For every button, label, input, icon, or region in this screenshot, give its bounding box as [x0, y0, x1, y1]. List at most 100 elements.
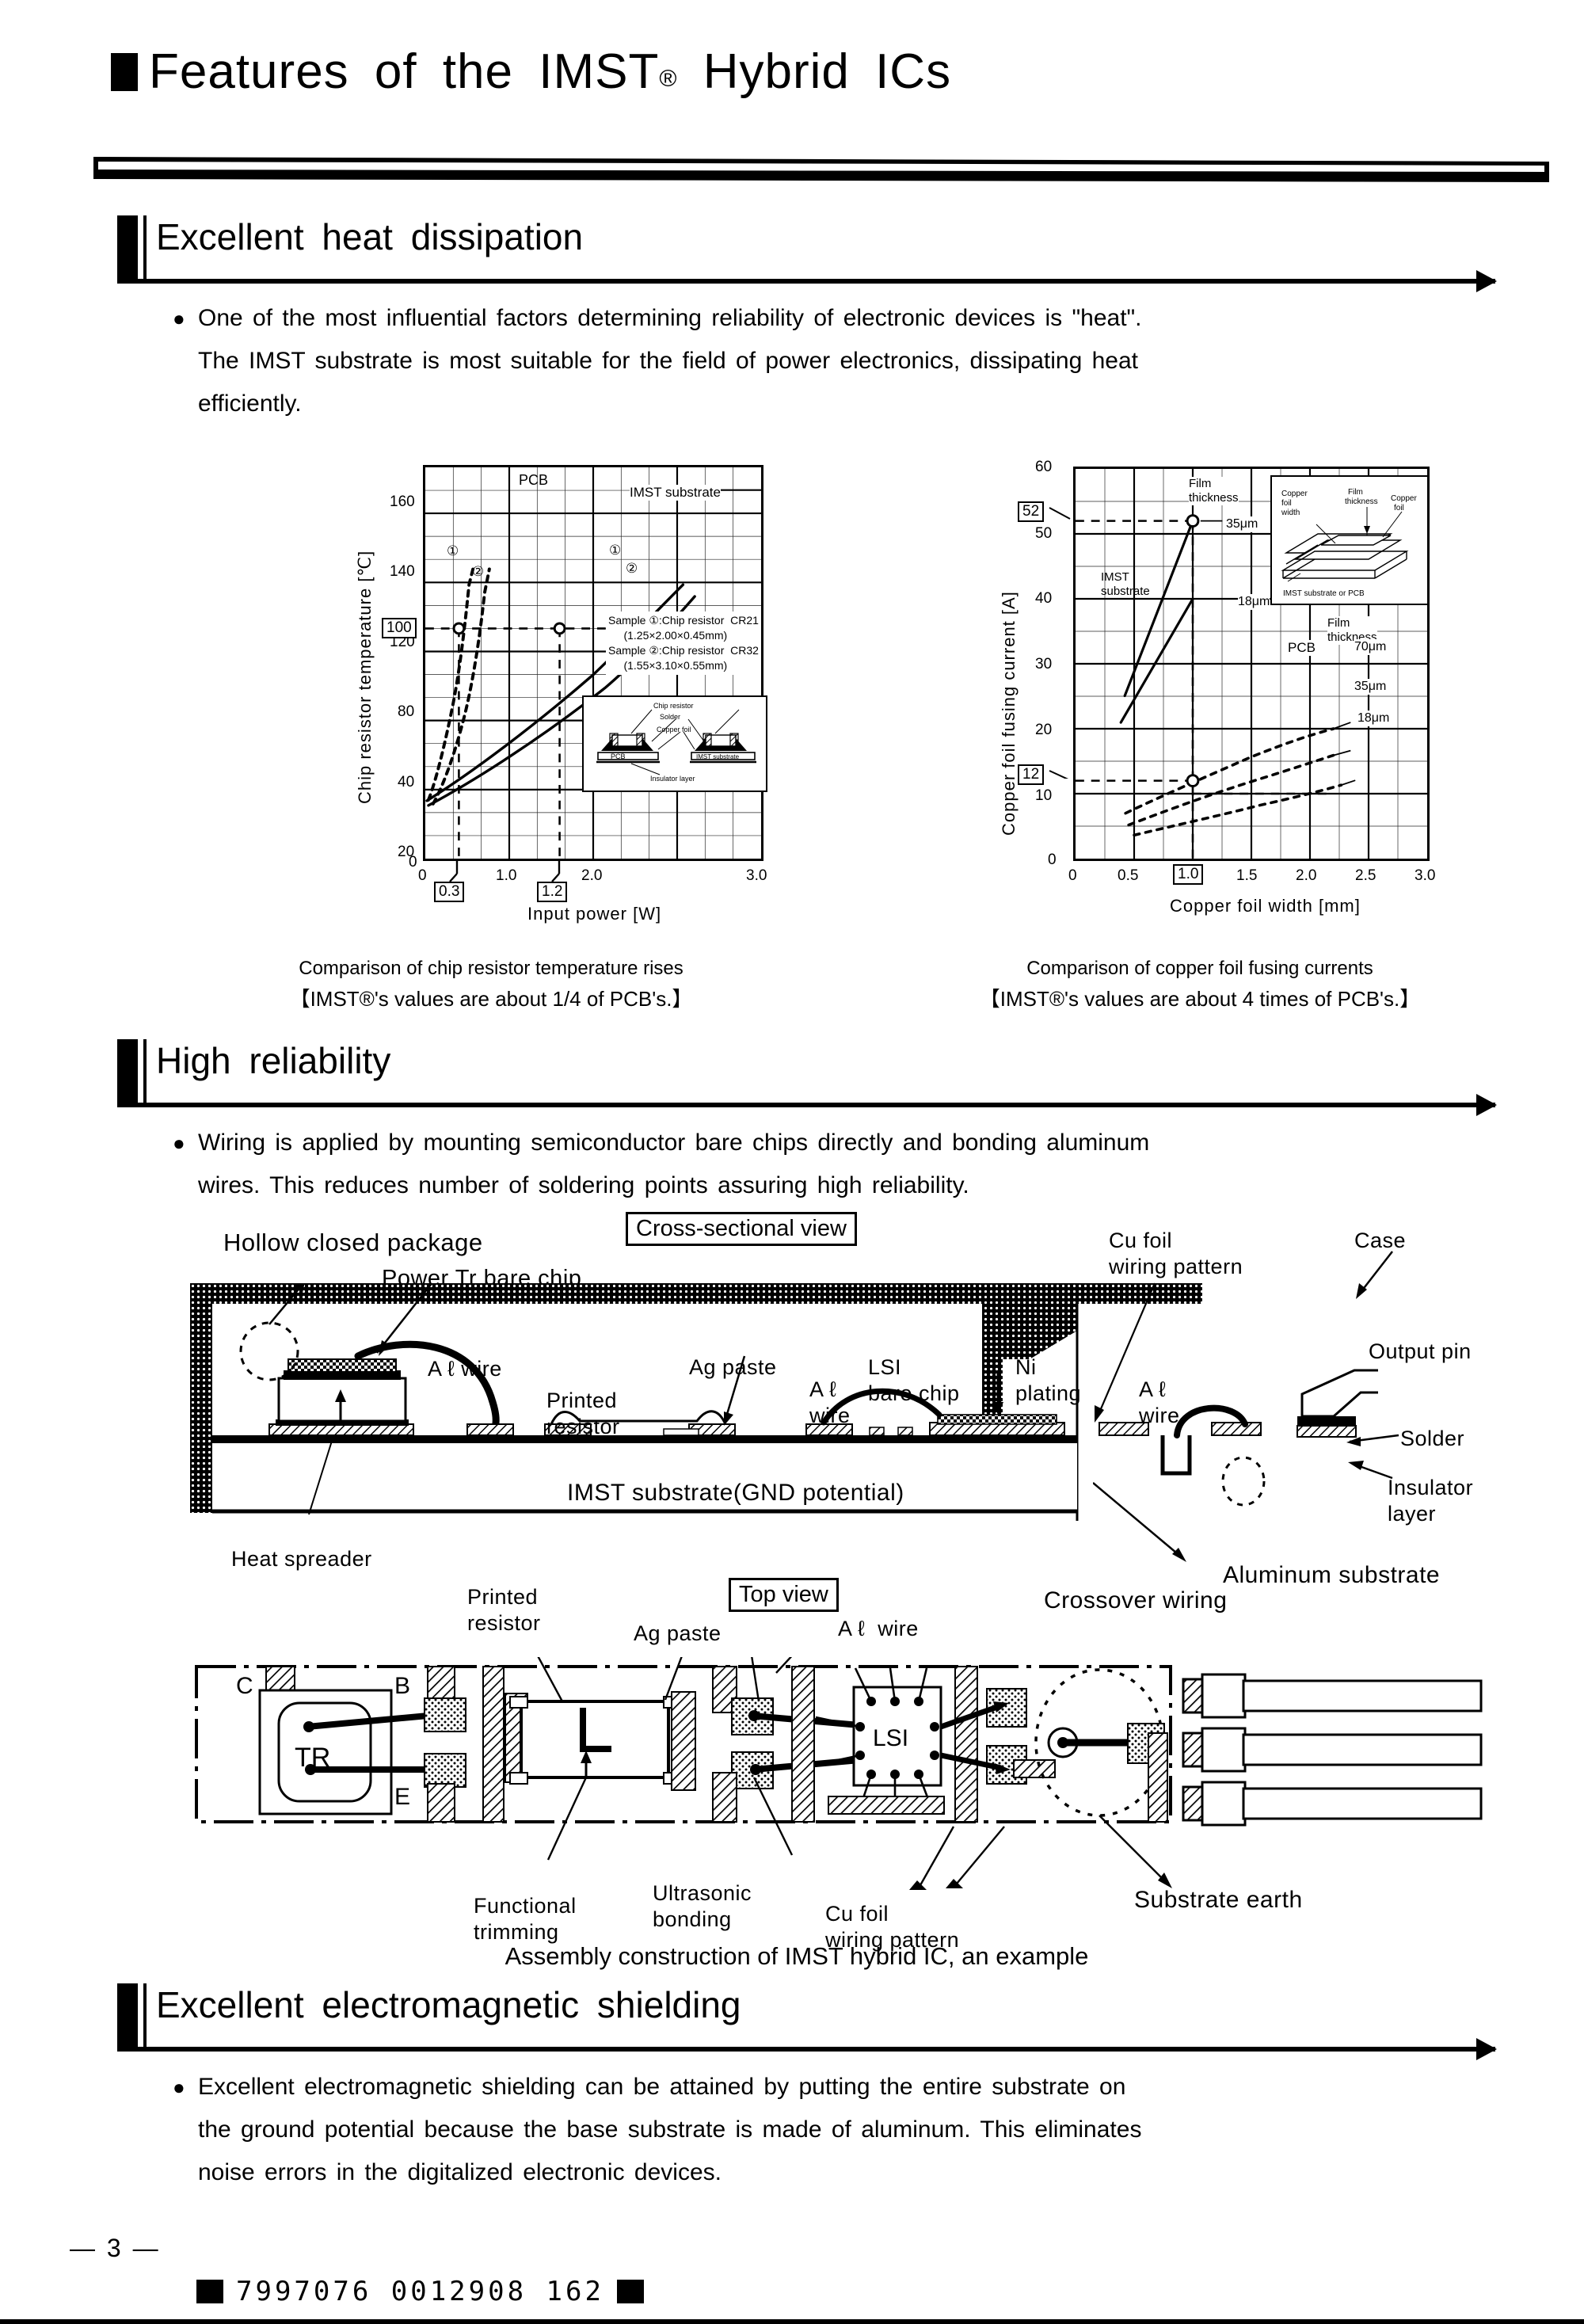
bullet-icon: ● — [173, 1131, 185, 1155]
section-heading-label: Excellent electromagnetic shielding — [156, 1984, 741, 2025]
chart2-xtick: 1.5 — [1236, 867, 1258, 884]
chart2-marker-y-12: 12 — [1018, 764, 1045, 785]
chart2-series-group-imst: IMST substrate — [1101, 570, 1150, 598]
svg-text:B: B — [394, 1673, 410, 1699]
svg-text:TR: TR — [295, 1743, 330, 1773]
legend-line: (1.25×2.00×0.45mm) — [608, 629, 728, 642]
case-leader — [1356, 1251, 1393, 1299]
paragraph-line: efficiently. — [198, 391, 302, 417]
page-title: Features of the IMST® Hybrid ICs — [111, 48, 951, 97]
chart2-pcb-tag-18um: 18μm — [1357, 711, 1390, 726]
svg-text:PCB: PCB — [611, 752, 626, 760]
chart2-ytick: 60 — [1035, 459, 1053, 475]
svg-text:IMST substrate or PCB: IMST substrate or PCB — [1283, 589, 1365, 598]
chart2-ytick: 10 — [1035, 787, 1053, 804]
barcode-block-left-icon — [196, 2280, 223, 2303]
cross-sectional-view-badge: Cross-sectional view — [626, 1212, 857, 1246]
heading-bar-icon — [117, 1039, 138, 1107]
chart2-film-thickness-label-top: Film thickness — [1189, 477, 1239, 505]
title-square-icon — [111, 53, 138, 91]
svg-text:Chip resistor: Chip resistor — [653, 702, 694, 710]
svg-text:width: width — [1281, 509, 1300, 517]
chart1-marker-x-0-3: 0.3 — [434, 882, 465, 902]
chart1-marker-y-100: 100 — [382, 618, 417, 638]
barcode-block-right-icon — [616, 2280, 644, 2303]
section-underline-arrow-heat — [117, 270, 1497, 292]
chart1-ytick: 160 — [390, 493, 415, 510]
label-functional-trimming: Functional trimming — [474, 1894, 577, 1944]
paragraph-line: the ground potential because the base su… — [198, 2116, 1142, 2143]
label-printed-resistor-tv: Printed resistor — [467, 1585, 541, 1635]
label-imst-substrate-gnd: IMST substrate(GND potential) — [567, 1480, 904, 1506]
label-al-wire-1: A ℓ wire — [428, 1357, 502, 1381]
top-view-diagram: C B E TR LSI — [195, 1657, 1483, 1890]
svg-text:C: C — [236, 1673, 253, 1699]
chart2-xtick: 3.0 — [1415, 867, 1436, 884]
chart1-caption: Comparison of chip resistor temperature … — [135, 954, 847, 1014]
paragraph-line: noise errors in the digitalized electron… — [198, 2159, 722, 2185]
section-heading-reliability: High reliability — [117, 1039, 390, 1107]
chart2-imst-tag-35um: 35μm — [1226, 516, 1258, 532]
legend-line: (1.55×3.10×0.55mm) — [608, 659, 728, 672]
heading-bar-icon — [117, 215, 138, 284]
chart1-series-group-imst: IMST substrate — [630, 485, 721, 501]
legend-line: Sample ②:Chip resistor CR32 — [608, 644, 759, 657]
chart1-xtick: 3.0 — [746, 867, 767, 884]
chart2-caption: Comparison of copper foil fusing current… — [847, 954, 1552, 1014]
label-ultrasonic-bonding: Ultrasonic bonding — [653, 1881, 752, 1931]
svg-text:Copper foil: Copper foil — [657, 726, 691, 733]
page-title-main: Features of the IMST — [149, 44, 660, 99]
bullet-icon: ● — [173, 307, 185, 330]
chart2-marker-x-1-0: 1.0 — [1173, 864, 1204, 885]
bullet-icon: ● — [173, 2075, 185, 2099]
title-rule — [93, 157, 1549, 182]
chart1-plot-area: PCB IMST substrate ① ② ① ② Sample ①:Chip… — [423, 465, 767, 861]
heading-rule-icon — [143, 215, 147, 284]
chart1-inset-diagram: PCB IMST substrate Chip resistor Solder … — [582, 695, 767, 792]
chart1-y-axis-title: Chip resistor temperature [℃] — [355, 550, 375, 804]
section-heading-label: High reliability — [156, 1040, 391, 1081]
label-crossover-wiring: Crossover wiring — [1044, 1587, 1228, 1613]
label-substrate-earth: Substrate earth — [1134, 1887, 1303, 1913]
label-printed-resistor-cs: Printed resistor — [546, 1389, 620, 1438]
page-title-tail: Hybrid ICs — [703, 44, 952, 99]
legend-line: Sample ①:Chip resistor CR21 — [608, 614, 759, 627]
chart-copper-foil-fusing-current: Copper foil fusing current [A] Film thic… — [986, 455, 1453, 916]
svg-text:foil: foil — [1394, 504, 1404, 512]
section-underline-arrow-shielding — [117, 2038, 1497, 2060]
svg-text:Insulator layer: Insulator layer — [650, 775, 695, 783]
label-output-pin: Output pin — [1369, 1339, 1472, 1363]
chart2-y-axis-title: Copper foil fusing current [A] — [999, 591, 1019, 836]
section-underline-arrow-reliability — [117, 1094, 1497, 1116]
chart1-legend-note: Sample ①:Chip resistor CR21 (1.25×2.00×0… — [606, 611, 761, 675]
chart2-pcb-tag-35um: 35μm — [1354, 679, 1387, 695]
cu-foil-wiring-leader-cs — [1095, 1282, 1156, 1423]
chart2-xtick: 0 — [1068, 867, 1077, 884]
section-body-shielding: ● Excellent electromagnetic shielding ca… — [173, 2066, 1513, 2194]
svg-text:IMST substrate: IMST substrate — [696, 753, 740, 760]
aluminum-substrate-leader — [1093, 1482, 1186, 1562]
label-ag-paste-cs: Ag paste — [689, 1355, 777, 1379]
chart2-pcb-tag-70um: 70μm — [1354, 639, 1387, 655]
chart1-curve-tag-1: ① — [447, 543, 459, 558]
chart2-marker-callouts — [1049, 507, 1071, 779]
svg-text:thickness: thickness — [1345, 497, 1378, 506]
paragraph-line: wires. This reduces number of soldering … — [198, 1172, 969, 1198]
chart1-ytick: 40 — [398, 774, 415, 791]
paragraph-line: Wiring is applied by mounting semiconduc… — [198, 1130, 1150, 1156]
chart2-caption-title: Comparison of copper foil fusing current… — [1026, 958, 1373, 979]
chart2-x-axis-title: Copper foil width [mm] — [1170, 896, 1361, 916]
label-hollow-closed-package: Hollow closed package — [223, 1229, 483, 1256]
chart1-caption-title: Comparison of chip resistor temperature … — [299, 958, 683, 979]
chart1-caption-subtitle: 【IMST®'s values are about 1/4 of PCB's.】 — [289, 987, 693, 1011]
chart1-ytick: 140 — [390, 563, 415, 580]
document-page: Features of the IMST® Hybrid ICs Excelle… — [0, 0, 1584, 2324]
chart1-marker-x-1-2: 1.2 — [537, 882, 568, 902]
label-al-wire-2: A ℓ wire — [809, 1377, 851, 1427]
chart2-series-group-pcb: PCB — [1288, 640, 1316, 656]
svg-text:Copper: Copper — [1281, 490, 1308, 498]
chart2-xtick: 2.0 — [1296, 867, 1317, 884]
section-heading-shielding: Excellent electromagnetic shielding — [117, 1983, 741, 2052]
chart2-imst-tag-18um: 18μm — [1238, 594, 1270, 610]
chart2-marker-y-52: 52 — [1018, 501, 1045, 522]
